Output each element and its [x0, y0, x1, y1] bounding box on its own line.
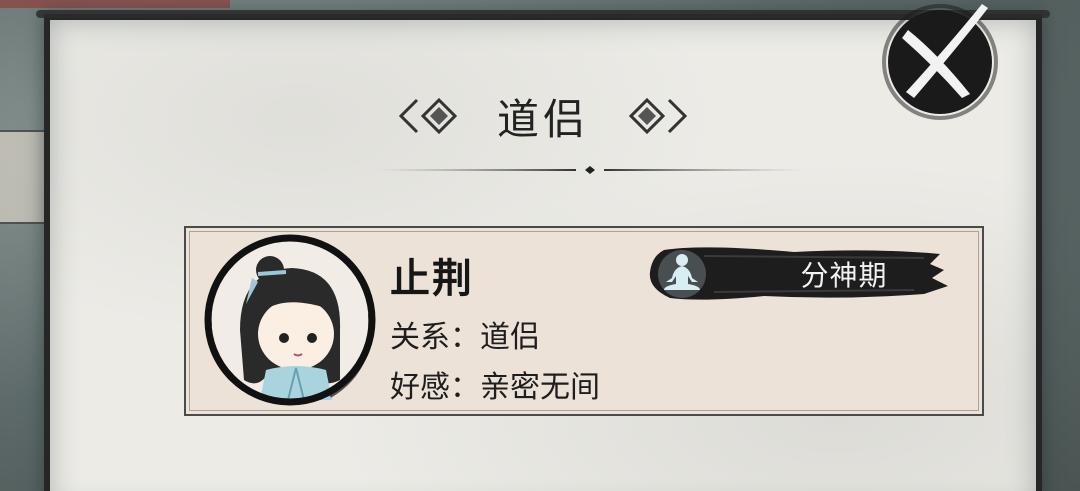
realm-badge: 分神期 — [644, 242, 952, 306]
affinity-label: 好感： — [390, 370, 480, 405]
relation-label: 关系： — [390, 320, 480, 355]
meditation-figure-icon — [658, 250, 706, 298]
relation-value: 道侣 — [480, 320, 540, 355]
companion-name: 止荆 — [390, 256, 474, 302]
right-ornament-icon — [628, 97, 688, 135]
companion-avatar — [204, 234, 376, 406]
relation-row: 关系：道侣 — [390, 312, 540, 356]
affinity-row: 好感：亲密无间 — [390, 362, 600, 406]
realm-label: 分神期 — [800, 259, 888, 292]
close-button[interactable] — [878, 2, 1002, 120]
background-banner — [0, 0, 230, 8]
affinity-value: 亲密无间 — [480, 370, 600, 405]
left-ornament-icon — [398, 97, 458, 135]
dialog-title: 道侣 — [496, 94, 589, 144]
title-divider — [376, 166, 804, 174]
companion-card[interactable]: 止荆 关系：道侣 好感：亲密无间 分神期 — [184, 226, 984, 416]
game-screen: 道侣 止荆 关系：道侣 好感：亲密无间 分神期 — [0, 0, 1080, 491]
